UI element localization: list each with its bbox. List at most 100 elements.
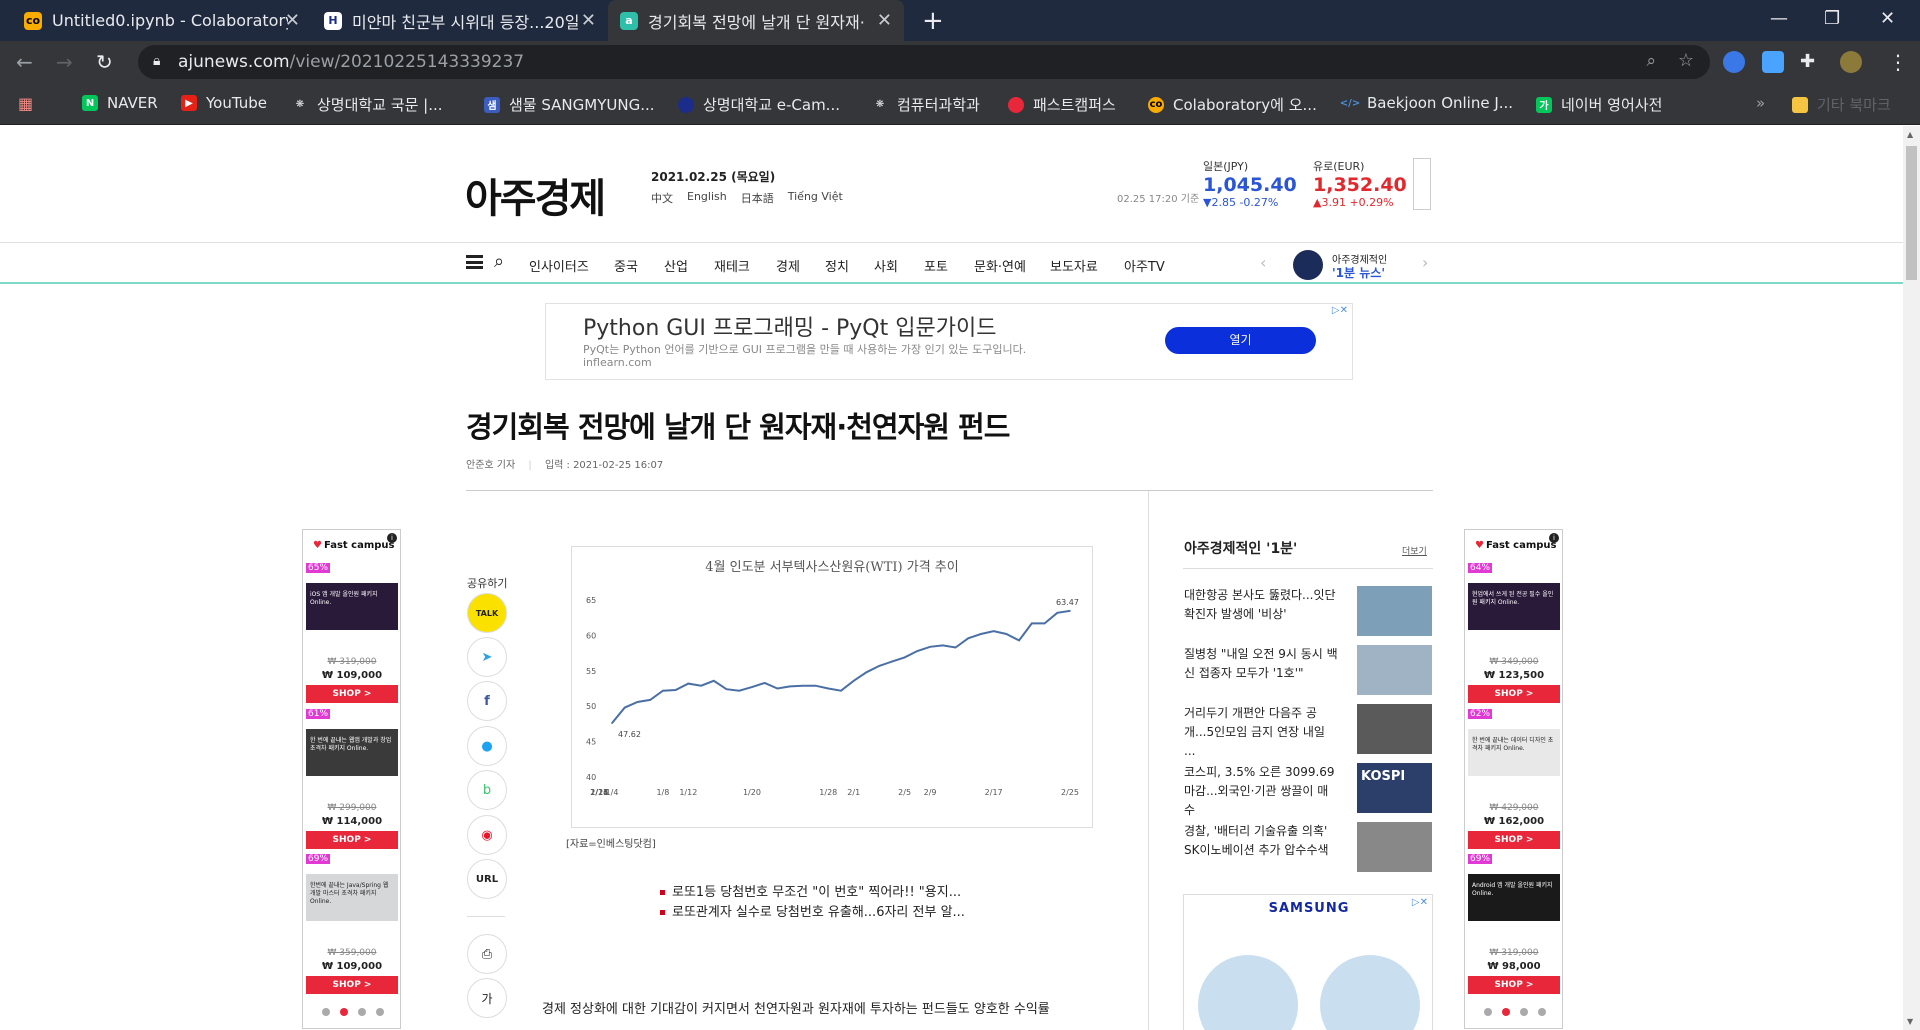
rate-scroll-buttons[interactable] bbox=[1413, 158, 1431, 210]
other-bookmarks[interactable]: 기타 북마크 bbox=[1792, 94, 1891, 115]
news-thumbnail[interactable] bbox=[1357, 645, 1432, 695]
related-link[interactable]: 로또관계자 실수로 당첨번호 유출해...6자리 전부 알... bbox=[660, 901, 965, 920]
minimize-icon[interactable]: — bbox=[1770, 8, 1788, 29]
address-bar[interactable]: 🔒︎ ajunews.com/view/20210225143339237 ⌕ … bbox=[138, 45, 1710, 79]
restore-icon[interactable]: ❐ bbox=[1824, 8, 1840, 29]
bookmark-naver[interactable]: N NAVER bbox=[82, 94, 158, 112]
tab-news[interactable]: H 미얀마 친군부 시위대 등장...20일 ✕ bbox=[312, 0, 608, 41]
news-thumbnail[interactable] bbox=[1357, 704, 1432, 754]
close-icon[interactable]: ✕ bbox=[285, 10, 300, 31]
cloud-extension-icon[interactable] bbox=[1762, 51, 1784, 73]
bookmark-sammul[interactable]: 샘 샘물 SANGMYUNG... bbox=[484, 94, 655, 115]
sidebar-news-item[interactable]: 질병청 "내일 오전 9시 동시 백신 접종자 모두가 '1호'" bbox=[1184, 645, 1434, 695]
chevron-left-icon[interactable]: ‹ bbox=[1260, 253, 1266, 272]
sidebar-news-item[interactable]: 코스피, 3.5% 오른 3099.69 마감...외국인·기관 쌍끌이 매수 … bbox=[1184, 763, 1434, 817]
band-share-icon[interactable]: b bbox=[467, 770, 507, 810]
scroll-up-icon[interactable]: ▲ bbox=[1907, 130, 1913, 139]
shop-button[interactable]: SHOP > bbox=[306, 976, 398, 994]
carousel-dots[interactable] bbox=[303, 1001, 402, 1020]
twitter-share-icon[interactable]: ● bbox=[467, 726, 507, 766]
weibo-share-icon[interactable]: ◉ bbox=[467, 815, 507, 855]
reload-icon[interactable]: ↻ bbox=[96, 50, 113, 74]
bookmarks-overflow[interactable]: » bbox=[1756, 94, 1765, 112]
kakaotalk-share-button[interactable]: TALK bbox=[467, 593, 507, 633]
star-icon[interactable]: ☆ bbox=[1678, 50, 1694, 71]
shop-button[interactable]: SHOP > bbox=[1468, 831, 1560, 849]
info-icon[interactable]: i bbox=[387, 533, 397, 543]
print-icon[interactable]: ⎙ bbox=[467, 934, 507, 974]
shop-button[interactable]: SHOP > bbox=[306, 685, 398, 703]
menu-icon[interactable] bbox=[466, 255, 483, 269]
bookmark-smu[interactable]: ❋ 상명대학교 국문 |... bbox=[292, 94, 443, 115]
avatar[interactable] bbox=[1840, 51, 1862, 73]
ad-banner[interactable]: Python GUI 프로그래밍 - PyQt 입문가이드 PyQt는 Pyth… bbox=[545, 303, 1353, 380]
lang-link[interactable]: Tiếng Việt bbox=[788, 190, 843, 206]
bookmark-cs[interactable]: ❋ 컴퓨터과학과 bbox=[872, 94, 980, 115]
nav-item[interactable]: 문화·연예 bbox=[974, 256, 1026, 275]
scrollbar-thumb[interactable] bbox=[1906, 146, 1917, 280]
ad-open-button[interactable]: 열기 bbox=[1165, 327, 1316, 354]
carousel-dots[interactable] bbox=[1465, 1001, 1564, 1020]
new-tab-button[interactable]: + bbox=[922, 6, 944, 36]
nav-item[interactable]: 사회 bbox=[874, 256, 898, 275]
sidebar-news-item[interactable]: 경찰, '배터리 기술유출 의혹' SK이노베이션 추가 압수수색 bbox=[1184, 822, 1434, 872]
sidebar-news-item[interactable]: 대한항공 본사도 뚫렸다...잇단 확진자 발생에 '비상' bbox=[1184, 586, 1434, 636]
fastcampus-ad-left[interactable]: Fast campus i 65% iOS 앱 개발 올인원 패키지 Onlin… bbox=[302, 529, 401, 1029]
lang-link[interactable]: 中文 bbox=[651, 190, 673, 206]
shop-button[interactable]: SHOP > bbox=[1468, 976, 1560, 994]
facebook-share-icon[interactable]: f bbox=[467, 681, 507, 721]
samsung-ad[interactable]: SAMSUNG ▷✕ bbox=[1183, 894, 1433, 1030]
tab-colab[interactable]: co Untitled0.ipynb - Colaboratory ✕ bbox=[12, 0, 312, 41]
nav-item[interactable]: 산업 bbox=[664, 256, 688, 275]
bookmark-ecampus[interactable]: 상명대학교 e-Cam... bbox=[678, 94, 840, 115]
shop-button[interactable]: SHOP > bbox=[1468, 685, 1560, 703]
nav-item[interactable]: 경제 bbox=[776, 256, 800, 275]
nav-item[interactable]: 정치 bbox=[825, 256, 849, 275]
close-icon[interactable]: ✕ bbox=[877, 10, 892, 31]
telegram-share-icon[interactable]: ➤ bbox=[467, 637, 507, 677]
search-icon[interactable]: ⌕ bbox=[494, 251, 504, 272]
promo-label[interactable]: '1분 뉴스' bbox=[1332, 264, 1385, 281]
related-link[interactable]: 로또1등 당첨번호 무조건 "이 번호" 찍어라!! "용지... bbox=[660, 881, 961, 900]
news-thumbnail[interactable] bbox=[1357, 822, 1432, 872]
forward-icon[interactable]: → bbox=[56, 50, 73, 74]
nav-item[interactable]: 포토 bbox=[924, 256, 948, 275]
lang-link[interactable]: 日本語 bbox=[741, 190, 774, 206]
nav-item[interactable]: 아주TV bbox=[1124, 256, 1165, 275]
bookmark-fastcampus[interactable]: 패스트캠퍼스 bbox=[1008, 94, 1116, 115]
apps-icon[interactable]: ▦ bbox=[18, 94, 33, 113]
news-thumbnail[interactable]: KOSPI bbox=[1357, 763, 1432, 813]
site-logo[interactable]: 아주경제 bbox=[465, 166, 606, 224]
puzzle-icon[interactable]: ✚ bbox=[1800, 51, 1822, 73]
nav-item[interactable]: 중국 bbox=[614, 256, 638, 275]
menu-icon[interactable]: ⋮ bbox=[1888, 50, 1908, 74]
bookmark-colab[interactable]: co Colaboratory에 오... bbox=[1148, 94, 1317, 115]
more-link[interactable]: 더보기 bbox=[1402, 544, 1427, 557]
back-icon[interactable]: ← bbox=[16, 50, 33, 74]
ad-headline[interactable]: Python GUI 프로그래밍 - PyQt 입문가이드 bbox=[583, 310, 996, 342]
nav-item[interactable]: 보도자료 bbox=[1050, 256, 1098, 275]
url-copy-button[interactable]: URL bbox=[467, 859, 507, 899]
font-size-button[interactable]: 가 bbox=[467, 978, 507, 1018]
tab-active[interactable]: a 경기회복 전망에 날개 단 원자재· ✕ bbox=[608, 0, 904, 41]
search-icon[interactable]: ⌕ bbox=[1646, 51, 1656, 71]
sidebar-news-item[interactable]: 거리두기 개편안 다음주 공개...5인모임 금지 연장 내일 ... bbox=[1184, 704, 1434, 758]
fastcampus-ad-right[interactable]: Fast campus i 64% 현업에서 쓰게 된 전공 필수 올인원 패키… bbox=[1464, 529, 1563, 1029]
bookmark-youtube[interactable]: ▶ YouTube bbox=[181, 94, 267, 112]
bookmark-baekjoon[interactable]: </> Baekjoon Online J... bbox=[1340, 94, 1513, 112]
news-thumbnail[interactable] bbox=[1357, 586, 1432, 636]
ad-close-icon[interactable]: ▷✕ bbox=[1412, 897, 1428, 908]
lang-link[interactable]: English bbox=[687, 190, 727, 206]
shop-button[interactable]: SHOP > bbox=[306, 831, 398, 849]
nav-item[interactable]: 인사이터즈 bbox=[529, 256, 589, 275]
extension-icon[interactable] bbox=[1723, 51, 1745, 73]
nav-item[interactable]: 재테크 bbox=[714, 256, 750, 275]
close-icon[interactable]: ✕ bbox=[581, 10, 596, 31]
scroll-down-icon[interactable]: ▼ bbox=[1907, 1017, 1913, 1026]
bookmark-naver-dict[interactable]: 가 네이버 영어사전 bbox=[1536, 94, 1662, 115]
window-close-icon[interactable]: ✕ bbox=[1880, 8, 1895, 29]
ad-close-icon[interactable]: ▷✕ bbox=[1332, 305, 1348, 316]
page-scrollbar[interactable]: ▲ ▼ bbox=[1903, 126, 1920, 1030]
info-icon[interactable]: i bbox=[1549, 533, 1559, 543]
chevron-right-icon[interactable]: › bbox=[1422, 253, 1428, 272]
